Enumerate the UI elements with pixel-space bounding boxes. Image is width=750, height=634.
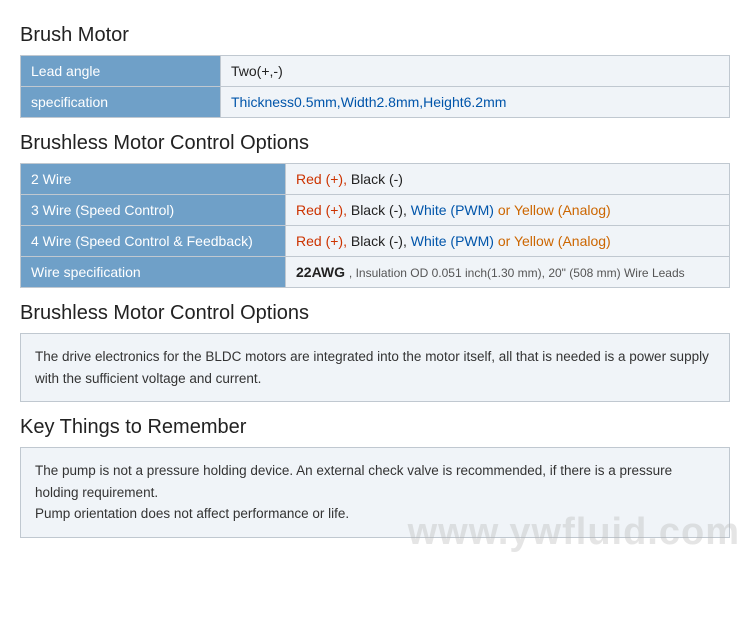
value-3wire: Red (+), Black (-), White (PWM) or Yello… [286,195,730,226]
key-things-line-1: The pump is not a pressure holding devic… [35,460,715,503]
text-awg: 22AWG [296,264,345,280]
brushless-desc-title: Brushless Motor Control Options [20,302,730,325]
value-4wire: Red (+), Black (-), White (PWM) or Yello… [286,226,730,257]
text-blue: White (PWM) [411,233,494,249]
spec-text: Thickness0.5mm,Width2.8mm,Height6.2mm [231,94,506,110]
key-things-title: Key Things to Remember [20,416,730,439]
brushless-control-table: 2 Wire Red (+), Black (-) 3 Wire (Speed … [20,163,730,288]
value-specification: Thickness0.5mm,Width2.8mm,Height6.2mm [221,87,730,118]
text-red: Red (+), [296,233,347,249]
table-row: specification Thickness0.5mm,Width2.8mm,… [21,87,730,118]
text-dark: Black (-), [351,202,407,218]
page-wrapper: Brush Motor Lead angle Two(+,-) specific… [0,0,750,564]
label-specification: specification [21,87,221,118]
label-2wire: 2 Wire [21,164,286,195]
brush-motor-title: Brush Motor [20,24,730,47]
text-orange: or Yellow (Analog) [498,202,611,218]
label-4wire: 4 Wire (Speed Control & Feedback) [21,226,286,257]
text-dark: Black (-), [351,233,407,249]
text-wire-detail: , Insulation OD 0.051 inch(1.30 mm), 20"… [349,266,685,280]
text-red: Red (+), [296,202,347,218]
text-blue: White (PWM) [411,202,494,218]
value-2wire: Red (+), Black (-) [286,164,730,195]
text-orange: or Yellow (Analog) [498,233,611,249]
value-lead-angle: Two(+,-) [221,56,730,87]
table-row: Lead angle Two(+,-) [21,56,730,87]
brushless-description-text: The drive electronics for the BLDC motor… [35,349,709,386]
key-things-box: The pump is not a pressure holding devic… [20,447,730,538]
label-wire-spec: Wire specification [21,257,286,288]
table-row: 3 Wire (Speed Control) Red (+), Black (-… [21,195,730,226]
brush-motor-table: Lead angle Two(+,-) specification Thickn… [20,55,730,118]
label-lead-angle: Lead angle [21,56,221,87]
key-things-line-2: Pump orientation does not affect perform… [35,503,715,525]
text-red: Red (+), [296,171,347,187]
brushless-description-box: The drive electronics for the BLDC motor… [20,333,730,402]
label-3wire: 3 Wire (Speed Control) [21,195,286,226]
table-row: 2 Wire Red (+), Black (-) [21,164,730,195]
brushless-control-title: Brushless Motor Control Options [20,132,730,155]
table-row: Wire specification 22AWG , Insulation OD… [21,257,730,288]
table-row: 4 Wire (Speed Control & Feedback) Red (+… [21,226,730,257]
value-wire-spec: 22AWG , Insulation OD 0.051 inch(1.30 mm… [286,257,730,288]
text-dark: Black (-) [351,171,403,187]
